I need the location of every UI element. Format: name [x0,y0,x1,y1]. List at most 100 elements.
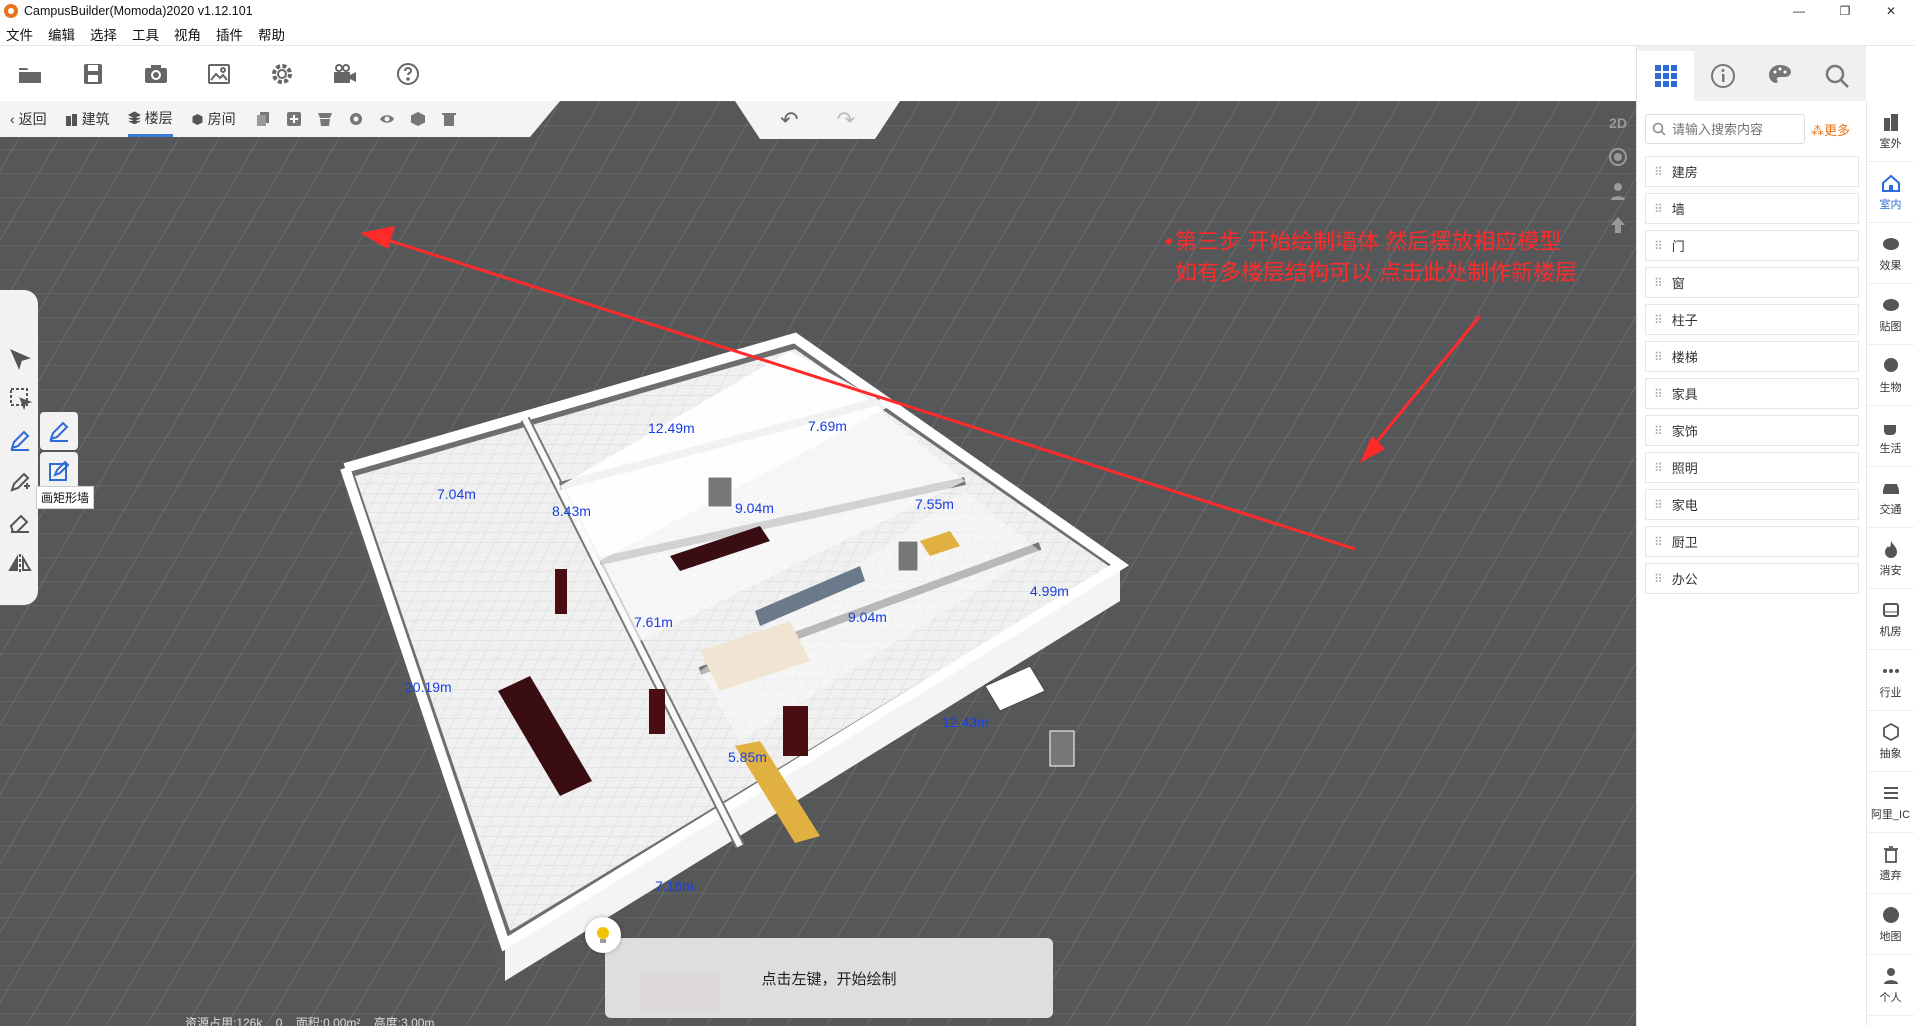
status-bar: 资源占用:126k 0 面积:0.00m² 高度:3.00m [185,1014,444,1026]
status-resource: 资源占用:126k [185,1016,263,1026]
rail-industry[interactable]: 行业 [1867,650,1914,711]
video-camera-icon[interactable] [329,58,361,90]
redo-icon[interactable]: ↷ [837,107,855,133]
info-icon[interactable] [1694,51,1751,101]
zoom-fit-icon[interactable] [1604,144,1632,170]
save-icon[interactable] [77,58,109,90]
draw-wall-pen-icon[interactable] [8,428,32,452]
app-logo-icon [4,4,18,18]
menu-help[interactable]: 帮助 [258,24,285,44]
close-button[interactable]: ✕ [1868,0,1914,22]
rail-abstract[interactable]: 抽象 [1867,711,1914,772]
category-item[interactable]: ⠿ 建房 [1645,156,1859,187]
dimension-label: 7.16m [655,878,694,894]
eye-icon[interactable] [378,110,396,128]
rail-creatures[interactable]: 生物 [1867,345,1914,406]
up-arrow-icon[interactable] [1604,212,1632,238]
palette-icon[interactable] [1752,51,1809,101]
select-arrow-icon[interactable] [8,348,32,372]
category-item[interactable]: ⠿ 门 [1645,230,1859,261]
menu-edit[interactable]: 编辑 [48,24,75,44]
draw-line-wall-icon[interactable] [40,412,78,450]
rail-textures[interactable]: 贴图 [1867,284,1914,345]
undo-redo-strip: ↶ ↷ [735,101,900,139]
annotation-line-1: 第三步 开始绘制墙体 然后摆放相应模型 [1175,229,1562,254]
annotation-bullet: • [1165,229,1173,254]
grid-apps-icon[interactable] [1637,51,1695,101]
menu-file[interactable]: 文件 [6,24,33,44]
copy-floor-icon[interactable] [254,110,272,128]
eraser-icon[interactable] [8,510,32,534]
mirror-flip-icon[interactable] [8,552,32,576]
rail-server-room[interactable]: 机房 [1867,589,1914,650]
back-button[interactable]: ‹ 返回 [10,101,47,137]
category-item[interactable]: ⠿ 办公 [1645,563,1859,594]
drag-grip-icon: ⠿ [1654,571,1663,586]
category-item[interactable]: ⠿ 楼梯 [1645,341,1859,372]
tab-floor[interactable]: 楼层 [127,101,173,137]
status-height: 高度:3.00m [373,1016,435,1026]
search-icon[interactable] [1809,51,1866,101]
rail-traffic[interactable]: 交通 [1867,467,1914,528]
floor-settings-icon[interactable] [347,110,365,128]
settings-gear-icon[interactable] [266,58,298,90]
rail-discarded[interactable]: 遗弃 [1867,833,1914,894]
rail-outdoor[interactable]: 室外 [1867,101,1914,162]
camera-icon[interactable] [140,58,172,90]
rail-life[interactable]: 生活 [1867,406,1914,467]
maximize-button[interactable]: ❐ [1822,0,1868,22]
category-item[interactable]: ⠿ 窗 [1645,267,1859,298]
box-select-icon[interactable] [8,386,33,411]
category-item[interactable]: ⠿ 墙 [1645,193,1859,224]
add-point-pen-icon[interactable] [8,470,32,494]
menu-tools[interactable]: 工具 [132,24,159,44]
view-2d-toggle[interactable]: 2D [1604,110,1632,136]
menu-plugins[interactable]: 插件 [216,24,243,44]
texture-icon [1882,298,1899,311]
rail-effects[interactable]: 效果 [1867,223,1914,284]
drag-grip-icon: ⠿ [1654,534,1663,549]
open-folder-icon[interactable] [14,58,46,90]
draw-tool-palette [0,290,38,605]
menu-select[interactable]: 选择 [90,24,117,44]
tab-building[interactable]: 建筑 [65,101,110,137]
title-bar: CampusBuilder(Momoda)2020 v1.12.101 — ❐ … [0,0,1914,22]
rail-personal[interactable]: 个人 [1867,955,1914,1016]
rail-ali-ic[interactable]: 阿里_IC [1867,772,1914,833]
dimension-label: 4.99m [1030,583,1069,599]
dimension-label: 7.04m [437,486,476,502]
rail-fire-safety[interactable]: 消安 [1867,528,1914,589]
home-icon [1881,174,1900,192]
drag-grip-icon: ⠿ [1654,238,1663,253]
help-icon[interactable] [392,58,424,90]
menu-view[interactable]: 视角 [174,24,201,44]
category-item[interactable]: ⠿ 家饰 [1645,415,1859,446]
minimize-button[interactable]: — [1776,0,1822,22]
category-item[interactable]: ⠿ 家电 [1645,489,1859,520]
model-search-input[interactable] [1672,121,1792,137]
undo-icon[interactable]: ↶ [780,107,798,133]
floor-stack-icon[interactable] [316,110,334,128]
head-icon [1883,357,1898,372]
drag-grip-icon: ⠿ [1654,497,1663,512]
category-item[interactable]: ⠿ 照明 [1645,452,1859,483]
window-title: CampusBuilder(Momoda)2020 v1.12.101 [24,4,253,18]
rail-map[interactable]: 地图 [1867,894,1914,955]
window-controls: — ❐ ✕ [1776,0,1914,22]
image-icon[interactable] [203,58,235,90]
category-item[interactable]: ⠿ 家具 [1645,378,1859,409]
rail-indoor[interactable]: 室内 [1867,162,1914,223]
chevron-left-icon: ‹ [10,111,15,127]
tab-room[interactable]: 房间 [191,101,236,137]
scene-category-rail: 室外 室内 效果 贴图 生物 生活 交通 消安 机房 行业 抽象 阿里_IC 遗… [1866,101,1914,1026]
more-link[interactable]: ⁂更多 [1811,120,1850,139]
box-icon[interactable] [409,110,427,128]
category-item[interactable]: ⠿ 厨卫 [1645,526,1859,557]
trash-icon[interactable] [440,110,458,128]
more-dots-icon [1882,668,1899,673]
person-view-icon[interactable] [1604,178,1632,204]
category-item[interactable]: ⠿ 柱子 [1645,304,1859,335]
draw-rect-wall-icon[interactable] [40,452,78,490]
lightbulb-icon[interactable] [585,917,621,953]
add-floor-icon[interactable] [285,110,303,128]
